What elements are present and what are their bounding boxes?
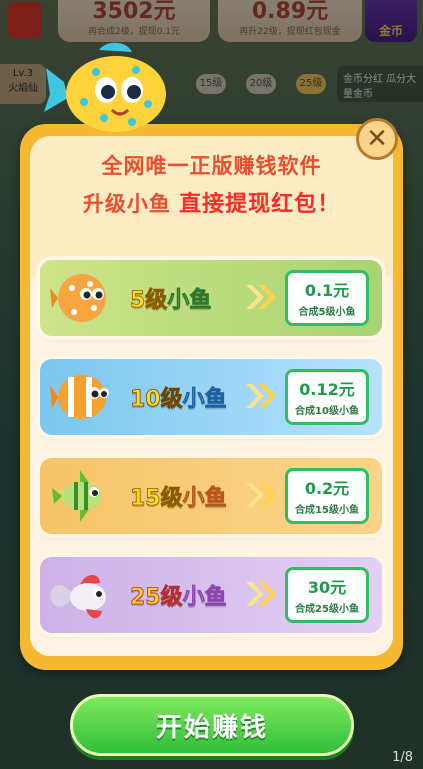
reward-amount: 0.1元: [304, 281, 350, 300]
double-chevron-icon: [246, 384, 276, 408]
reward-box[interactable]: 0.12元 合成10级小鱼: [285, 369, 369, 425]
reward-row: 10级小鱼 0.12元 合成10级小鱼: [40, 359, 382, 435]
reward-amount: 0.12元: [299, 380, 355, 399]
reward-row: 15级小鱼 0.2元 合成15级小鱼: [40, 458, 382, 534]
level-label: 15级小鱼: [130, 480, 227, 512]
level-label: 10级小鱼: [130, 381, 227, 413]
reward-box[interactable]: 0.2元 合成15级小鱼: [285, 468, 369, 524]
start-earning-button[interactable]: 开始赚钱: [70, 694, 354, 756]
level-number: 25级: [130, 585, 183, 611]
reward-box[interactable]: 0.1元 合成5级小鱼: [285, 270, 369, 326]
double-chevron-icon: [246, 582, 276, 606]
level-number: 5级: [130, 288, 168, 314]
reward-box[interactable]: 30元 合成25级小鱼: [285, 567, 369, 623]
level-label: 5级小鱼: [130, 282, 212, 314]
mascot-fish-icon: [44, 42, 166, 132]
reward-desc: 合成15级小鱼: [295, 505, 359, 516]
headline: 全网唯一正版赚钱软件 升级小鱼 直接提现红包！: [30, 150, 393, 218]
angelfish-icon: [52, 470, 102, 522]
pufferfish-icon: [50, 274, 106, 322]
reward-amount: 0.2元: [304, 479, 350, 498]
reward-desc: 合成25级小鱼: [295, 604, 359, 615]
level-number: 10级: [130, 387, 183, 413]
reward-desc: 合成5级小鱼: [298, 307, 356, 318]
headline-strong: 直接提现红包！: [179, 192, 341, 217]
betta-fish-icon: [50, 575, 106, 619]
level-fish: 小鱼: [182, 585, 227, 611]
clownfish-icon: [50, 375, 109, 419]
level-fish: 小鱼: [182, 387, 227, 413]
reward-row: 25级小鱼 30元 合成25级小鱼: [40, 557, 382, 633]
headline-line1: 全网唯一正版赚钱软件: [101, 154, 322, 178]
reward-amount: 30元: [307, 578, 347, 597]
double-chevron-icon: [246, 285, 276, 309]
reward-row: 5级小鱼 0.1元 合成5级小鱼: [40, 260, 382, 336]
level-label: 25级小鱼: [130, 579, 227, 611]
double-chevron-icon: [246, 483, 276, 507]
close-icon: ✕: [366, 124, 388, 154]
headline-line2: 升级小鱼 直接提现红包！: [30, 186, 393, 218]
page-indicator: 1/8: [392, 750, 413, 765]
level-fish: 小鱼: [167, 288, 212, 314]
level-number: 15级: [130, 486, 183, 512]
close-button[interactable]: ✕: [356, 118, 398, 160]
level-fish: 小鱼: [182, 486, 227, 512]
headline-plain: 升级小鱼: [82, 192, 171, 216]
reward-desc: 合成10级小鱼: [295, 406, 359, 417]
